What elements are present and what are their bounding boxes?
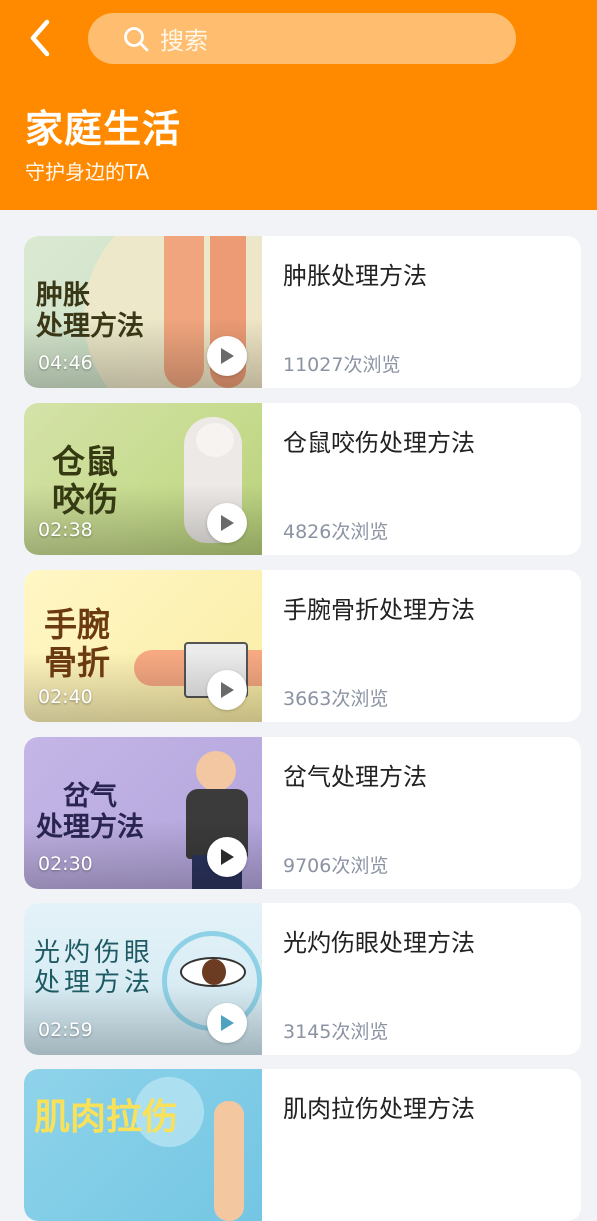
video-card[interactable]: 仓鼠 咬伤 02:38 仓鼠咬伤处理方法 4826次浏览 (24, 403, 581, 555)
video-title: 肿胀处理方法 (283, 262, 427, 290)
video-duration: 04:46 (38, 352, 93, 374)
video-duration: 02:40 (38, 686, 93, 708)
play-icon (221, 348, 234, 364)
thumb-title: 肿胀 处理方法 (36, 280, 144, 343)
video-thumbnail: 光灼伤眼 处理方法 02:59 (24, 903, 262, 1055)
video-card[interactable]: 光灼伤眼 处理方法 02:59 光灼伤眼处理方法 3145次浏览 (24, 903, 581, 1055)
thumb-title: 肌肉拉伤 (34, 1097, 179, 1138)
play-button[interactable] (207, 670, 247, 710)
play-icon (221, 515, 234, 531)
back-button[interactable] (18, 16, 62, 60)
search-icon (122, 25, 150, 53)
video-card[interactable]: 岔气 处理方法 02:30 岔气处理方法 9706次浏览 (24, 737, 581, 889)
video-thumbnail: 肿胀 处理方法 04:46 (24, 236, 262, 388)
video-thumbnail: 肌肉拉伤 (24, 1069, 262, 1221)
video-thumbnail: 仓鼠 咬伤 02:38 (24, 403, 262, 555)
video-title: 岔气处理方法 (283, 763, 427, 791)
video-card[interactable]: 肌肉拉伤 肌肉拉伤处理方法 (24, 1069, 581, 1221)
video-duration: 02:30 (38, 853, 93, 875)
view-count: 4826次浏览 (283, 521, 389, 543)
video-thumbnail: 手腕 骨折 02:40 (24, 570, 262, 722)
video-info: 肿胀处理方法 11027次浏览 (283, 236, 581, 388)
video-title: 仓鼠咬伤处理方法 (283, 429, 475, 457)
video-thumbnail: 岔气 处理方法 02:30 (24, 737, 262, 889)
view-count: 3145次浏览 (283, 1021, 389, 1043)
thumb-title: 岔气 处理方法 (36, 781, 144, 844)
video-info: 光灼伤眼处理方法 3145次浏览 (283, 903, 581, 1055)
play-icon (221, 682, 234, 698)
thumb-title: 手腕 骨折 (44, 605, 110, 682)
play-icon (221, 1015, 234, 1031)
video-card[interactable]: 手腕 骨折 02:40 手腕骨折处理方法 3663次浏览 (24, 570, 581, 722)
video-duration: 02:38 (38, 519, 93, 541)
play-button[interactable] (207, 503, 247, 543)
video-card[interactable]: 肿胀 处理方法 04:46 肿胀处理方法 11027次浏览 (24, 236, 581, 388)
play-button[interactable] (207, 336, 247, 376)
view-count: 11027次浏览 (283, 354, 401, 376)
video-title: 手腕骨折处理方法 (283, 596, 475, 624)
back-arrow-icon (30, 19, 50, 57)
video-info: 仓鼠咬伤处理方法 4826次浏览 (283, 403, 581, 555)
view-count: 9706次浏览 (283, 855, 389, 877)
search-input[interactable]: 搜索 (88, 13, 516, 64)
video-info: 肌肉拉伤处理方法 (283, 1069, 581, 1221)
play-button[interactable] (207, 1003, 247, 1043)
thumb-title: 光灼伤眼 处理方法 (34, 938, 155, 998)
video-duration: 02:59 (38, 1019, 93, 1041)
play-button[interactable] (207, 837, 247, 877)
page-subtitle: 守护身边的TA (25, 160, 150, 184)
video-info: 岔气处理方法 9706次浏览 (283, 737, 581, 889)
view-count: 3663次浏览 (283, 688, 389, 710)
video-title: 肌肉拉伤处理方法 (283, 1095, 475, 1123)
video-title: 光灼伤眼处理方法 (283, 929, 475, 957)
thumb-title: 仓鼠 咬伤 (52, 442, 118, 519)
page-title: 家庭生活 (25, 107, 182, 151)
search-placeholder: 搜索 (160, 27, 208, 55)
video-info: 手腕骨折处理方法 3663次浏览 (283, 570, 581, 722)
play-icon (221, 849, 234, 865)
header: 搜索 家庭生活 守护身边的TA (0, 0, 597, 210)
